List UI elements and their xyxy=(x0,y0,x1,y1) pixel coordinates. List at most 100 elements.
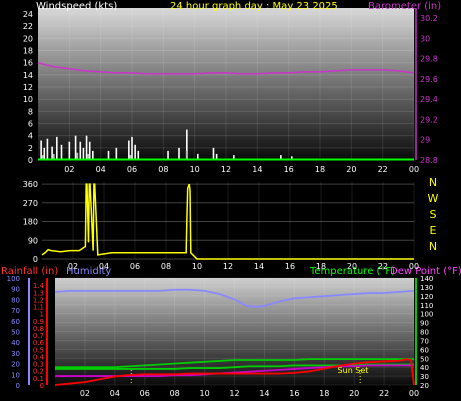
baro-tick-29: 29 xyxy=(420,136,430,145)
rain-tick-0: 0 xyxy=(40,382,44,390)
rain-tick-0.1: 0.1 xyxy=(33,375,44,383)
wind-gust-bar-7 xyxy=(74,135,77,160)
compass-label-0: N xyxy=(429,176,437,189)
rain-tick-0.4: 0.4 xyxy=(33,353,45,361)
compass-label-2: S xyxy=(430,208,437,221)
temp-tick-80: 80 xyxy=(420,329,429,337)
compass-label-4: N xyxy=(429,240,437,253)
wind-gust-bar-8 xyxy=(79,141,82,160)
time-tick-rain-04: 04 xyxy=(110,389,120,398)
wind-tick-8: 8 xyxy=(28,107,33,116)
humidity-tick-40: 40 xyxy=(11,339,20,347)
humidity-tick-20: 20 xyxy=(11,361,20,369)
wind-gust-bar-5 xyxy=(60,144,63,160)
dir-tick-270: 270 xyxy=(23,199,38,208)
time-tick-wind-00: 00 xyxy=(409,165,419,174)
time-tick-rain-02: 02 xyxy=(80,389,90,398)
time-tick-wind-12: 12 xyxy=(221,165,231,174)
baro-tick-30: 30 xyxy=(420,34,430,43)
time-tick-dir-08: 08 xyxy=(161,262,171,271)
wind-gust-bar-17 xyxy=(134,144,136,160)
time-tick-wind-02: 02 xyxy=(64,165,74,174)
rain-tick-0.9: 0.9 xyxy=(33,318,44,326)
time-tick-rain-10: 10 xyxy=(199,389,209,398)
temp-tick-120: 120 xyxy=(420,293,433,301)
wind-gust-bar-14 xyxy=(115,147,118,160)
humidity-tick-0: 0 xyxy=(16,382,20,390)
wind-gust-bar-0 xyxy=(40,140,42,160)
time-tick-rain-08: 08 xyxy=(170,389,180,398)
rain-tick-1.2: 1.2 xyxy=(33,296,44,304)
humidity-tick-80: 80 xyxy=(11,296,20,304)
time-tick-rain-14: 14 xyxy=(259,389,269,398)
rain-tick-0.7: 0.7 xyxy=(33,332,44,340)
time-tick-wind-16: 16 xyxy=(284,165,294,174)
time-tick-wind-18: 18 xyxy=(315,165,325,174)
dir-tick-90: 90 xyxy=(28,236,38,245)
dir-tick-0: 0 xyxy=(33,255,38,264)
wind-tick-6: 6 xyxy=(28,120,33,129)
time-tick-wind-06: 06 xyxy=(127,165,137,174)
wind-gust-bar-16 xyxy=(131,136,133,160)
wind-tick-16: 16 xyxy=(23,59,33,68)
rain-tick-0.8: 0.8 xyxy=(33,325,44,333)
time-tick-dir-12: 12 xyxy=(223,262,233,271)
time-tick-dir-16: 16 xyxy=(285,262,295,271)
wind-gust-bar-9 xyxy=(82,147,85,160)
time-tick-dir-00: 00 xyxy=(409,262,419,271)
wind-gust-bar-11 xyxy=(88,141,91,160)
time-tick-dir-04: 04 xyxy=(99,262,109,271)
rain-tick-1.3: 1.3 xyxy=(33,289,44,297)
temp-tick-40: 40 xyxy=(420,364,429,372)
time-tick-dir-14: 14 xyxy=(254,262,264,271)
humidity-tick-70: 70 xyxy=(11,307,20,315)
sunset-label: Sun Set xyxy=(338,366,369,375)
time-tick-dir-20: 20 xyxy=(347,262,357,271)
windspeed-axis-title: Windspeed (kts) xyxy=(36,1,117,12)
temp-tick-60: 60 xyxy=(420,346,429,354)
temp-tick-50: 50 xyxy=(420,355,429,363)
time-tick-wind-04: 04 xyxy=(96,165,106,174)
rain-tick-1.4: 1.4 xyxy=(33,282,45,290)
temp-tick-30: 30 xyxy=(420,373,429,381)
weather-graph: Windspeed (kts) 24 hour graph day : May … xyxy=(1,1,461,398)
barometer-axis-title: Barometer (in) xyxy=(368,1,441,12)
wind-gust-bar-6 xyxy=(68,141,71,160)
humidity-tick-100: 100 xyxy=(7,275,20,283)
rain-tick-1.1: 1.1 xyxy=(33,304,44,312)
wind-tick-24: 24 xyxy=(23,10,33,19)
wind-tick-12: 12 xyxy=(23,83,33,92)
time-tick-dir-22: 22 xyxy=(378,262,388,271)
wind-gust-bar-3 xyxy=(51,146,53,160)
time-tick-wind-10: 10 xyxy=(190,165,200,174)
rain-tick-0.2: 0.2 xyxy=(33,368,44,376)
time-tick-rain-12: 12 xyxy=(229,389,239,398)
wind-gust-bar-20 xyxy=(178,147,180,160)
humidity-tick-30: 30 xyxy=(11,350,20,358)
baro-tick-30.2: 30.2 xyxy=(420,14,438,23)
time-tick-wind-20: 20 xyxy=(346,165,356,174)
baro-tick-29.2: 29.2 xyxy=(420,115,438,124)
wind-gust-bar-1 xyxy=(43,147,46,160)
time-tick-rain-06: 06 xyxy=(140,389,150,398)
wind-gust-bar-23 xyxy=(212,147,215,160)
temp-tick-70: 70 xyxy=(420,337,429,345)
wind-gust-bar-10 xyxy=(85,135,88,160)
wind-tick-4: 4 xyxy=(28,132,33,141)
wind-gust-bar-2 xyxy=(46,138,49,160)
baro-tick-28.8: 28.8 xyxy=(420,156,438,165)
wind-tick-0: 0 xyxy=(28,156,33,165)
time-tick-rain-16: 16 xyxy=(289,389,299,398)
wind-tick-20: 20 xyxy=(23,34,33,43)
rain-tick-0.6: 0.6 xyxy=(33,339,45,347)
rain-tick-1: 1 xyxy=(40,311,44,319)
baro-tick-29.8: 29.8 xyxy=(420,55,438,64)
time-tick-rain-22: 22 xyxy=(379,389,389,398)
compass-label-1: W xyxy=(428,192,439,205)
humidity-tick-90: 90 xyxy=(11,286,20,294)
dir-tick-180: 180 xyxy=(23,218,38,227)
wind-tick-14: 14 xyxy=(23,71,33,80)
humidity-tick-60: 60 xyxy=(11,318,20,326)
time-tick-dir-10: 10 xyxy=(192,262,202,271)
time-tick-dir-02: 02 xyxy=(68,262,78,271)
